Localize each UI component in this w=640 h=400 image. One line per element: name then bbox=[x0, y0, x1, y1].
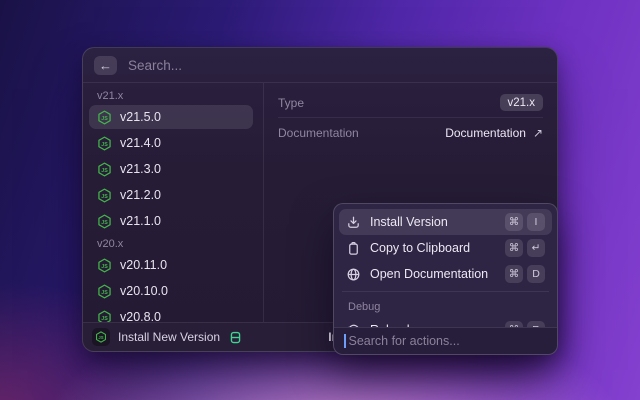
external-link-icon: ↗ bbox=[533, 126, 543, 140]
version-label: v21.4.0 bbox=[120, 136, 161, 150]
list-item-version[interactable]: JS v20.11.0 bbox=[89, 253, 253, 277]
command-palette-window: ← v21.x JS v21.5.0 JS v21.4.0 JS bbox=[82, 47, 558, 352]
action-item-open-documentation[interactable]: Open Documentation ⌘ D bbox=[339, 261, 552, 287]
command-key: ⌘ bbox=[505, 239, 523, 257]
actions-search-placeholder: Search for actions... bbox=[349, 334, 460, 348]
type-label: Type bbox=[278, 96, 304, 110]
version-label: v21.5.0 bbox=[120, 110, 161, 124]
list-item-version[interactable]: JS v20.10.0 bbox=[89, 279, 253, 303]
shortcut-keys: ⌘ D bbox=[505, 265, 545, 283]
svg-text:JS: JS bbox=[101, 193, 108, 199]
nodejs-icon: JS bbox=[97, 110, 112, 125]
key-i: I bbox=[527, 213, 545, 231]
back-arrow-icon: ← bbox=[99, 58, 112, 73]
actions-search-field[interactable]: Search for actions... bbox=[334, 327, 557, 354]
action-label: Open Documentation bbox=[370, 267, 488, 281]
search-header: ← bbox=[83, 48, 557, 83]
search-input[interactable] bbox=[128, 58, 546, 73]
version-label: v20.8.0 bbox=[120, 310, 161, 322]
nodejs-icon: JS bbox=[97, 214, 112, 229]
svg-text:JS: JS bbox=[101, 115, 108, 121]
type-value-badge: v21.x bbox=[500, 94, 544, 111]
globe-icon bbox=[346, 267, 361, 282]
command-key: ⌘ bbox=[505, 213, 523, 231]
extension-icon: JS bbox=[92, 328, 110, 346]
nodejs-icon: JS bbox=[97, 310, 112, 323]
version-label: v20.10.0 bbox=[120, 284, 168, 298]
shortcut-keys: ⌘ I bbox=[505, 213, 545, 231]
documentation-label: Documentation bbox=[278, 126, 359, 140]
svg-text:JS: JS bbox=[98, 335, 103, 340]
list-item-version[interactable]: JS v21.5.0 bbox=[89, 105, 253, 129]
shortcut-keys: ⌘ ↵ bbox=[505, 239, 545, 257]
list-item-version[interactable]: JS v21.3.0 bbox=[89, 157, 253, 181]
palette-body: v21.x JS v21.5.0 JS v21.4.0 JS v21.3.0 bbox=[83, 83, 557, 322]
svg-text:JS: JS bbox=[101, 315, 108, 321]
nodejs-icon: JS bbox=[97, 136, 112, 151]
version-label: v20.11.0 bbox=[120, 258, 167, 272]
svg-text:JS: JS bbox=[101, 219, 108, 225]
command-key: ⌘ bbox=[505, 265, 523, 283]
metadata-row-type: Type v21.x bbox=[278, 90, 543, 115]
download-icon bbox=[346, 215, 361, 230]
list-item-version[interactable]: JS v21.1.0 bbox=[89, 209, 253, 233]
version-label: v21.3.0 bbox=[120, 162, 161, 176]
list-item-version[interactable]: JS v20.8.0 bbox=[89, 305, 253, 322]
nodejs-icon: JS bbox=[97, 284, 112, 299]
metadata-row-documentation: Documentation Documentation ↗ bbox=[278, 120, 543, 145]
clipboard-icon bbox=[346, 241, 361, 256]
documentation-link[interactable]: Documentation ↗ bbox=[445, 126, 543, 140]
command-title: Install New Version bbox=[118, 330, 220, 344]
section-header-v21: v21.x bbox=[89, 87, 253, 105]
actions-overlay-panel: Install Version ⌘ I Copy to Clipboard ⌘ … bbox=[333, 203, 558, 355]
nodejs-icon: JS bbox=[97, 258, 112, 273]
actions-section-divider bbox=[342, 291, 549, 292]
list-item-version[interactable]: JS v21.2.0 bbox=[89, 183, 253, 207]
svg-text:JS: JS bbox=[101, 167, 108, 173]
nodejs-icon: JS bbox=[97, 188, 112, 203]
version-label: v21.2.0 bbox=[120, 188, 161, 202]
debug-section-header: Debug bbox=[339, 296, 552, 317]
text-caret bbox=[344, 334, 346, 348]
action-label: Copy to Clipboard bbox=[370, 241, 470, 255]
install-drive-icon bbox=[228, 330, 243, 345]
list-item-version[interactable]: JS v21.4.0 bbox=[89, 131, 253, 155]
action-item-copy-to-clipboard[interactable]: Copy to Clipboard ⌘ ↵ bbox=[339, 235, 552, 261]
action-label: Install Version bbox=[370, 215, 448, 229]
key-d: D bbox=[527, 265, 545, 283]
section-header-v20: v20.x bbox=[89, 235, 253, 253]
svg-text:JS: JS bbox=[101, 263, 108, 269]
version-label: v21.1.0 bbox=[120, 214, 161, 228]
action-item-reload[interactable]: Reload ⌘ R bbox=[339, 317, 552, 327]
back-button[interactable]: ← bbox=[94, 56, 117, 75]
action-item-install-version[interactable]: Install Version ⌘ I bbox=[339, 209, 552, 235]
svg-text:JS: JS bbox=[101, 289, 108, 295]
metadata-divider bbox=[278, 117, 543, 118]
return-key: ↵ bbox=[527, 239, 545, 257]
actions-list: Install Version ⌘ I Copy to Clipboard ⌘ … bbox=[334, 204, 557, 327]
version-list: v21.x JS v21.5.0 JS v21.4.0 JS v21.3.0 bbox=[83, 83, 263, 322]
svg-text:JS: JS bbox=[101, 141, 108, 147]
nodejs-icon: JS bbox=[97, 162, 112, 177]
